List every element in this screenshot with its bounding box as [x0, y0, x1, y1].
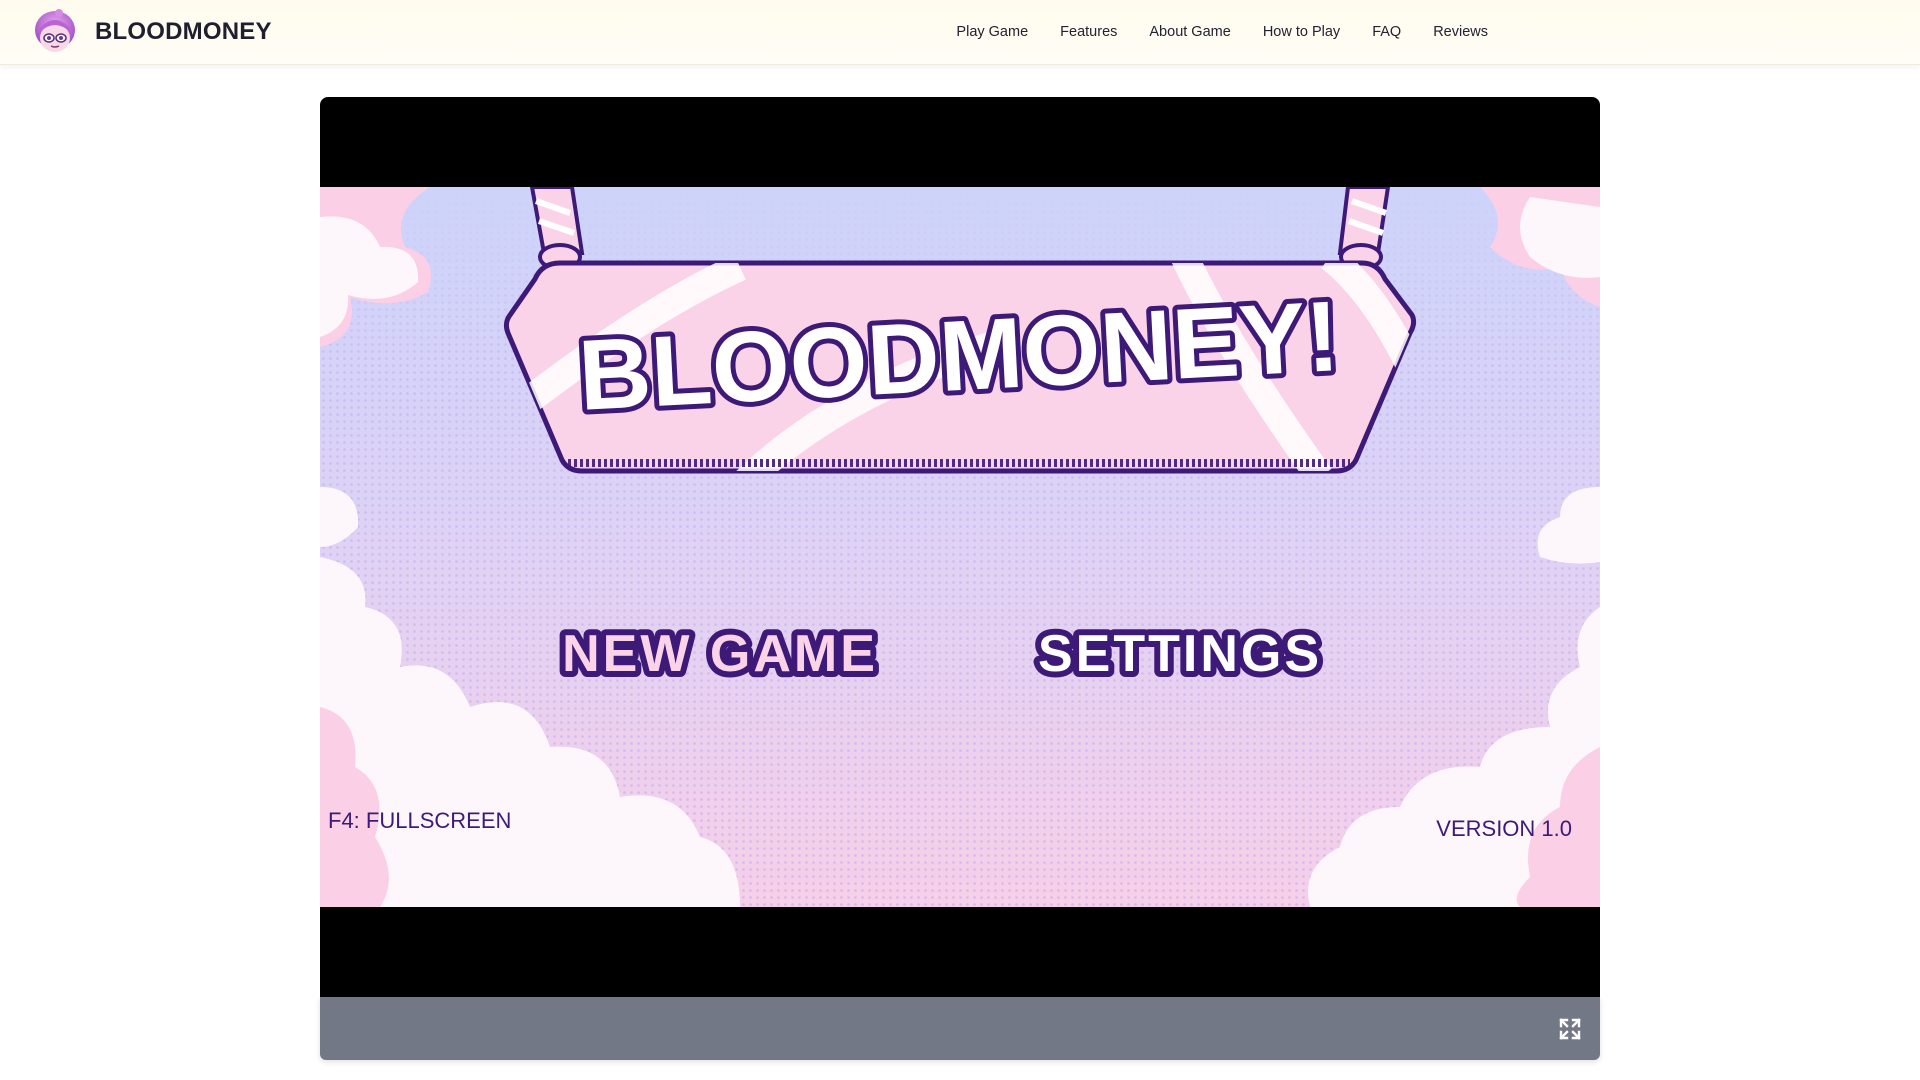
character-avatar-icon — [35, 9, 75, 52]
new-game-button[interactable]: NEW GAME — [556, 619, 881, 689]
game-frame[interactable]: BLOODMONEY! NEW GAME SETTINGS F4: FULLSC… — [320, 97, 1600, 997]
nav-play-game[interactable]: Play Game — [956, 24, 1028, 40]
brand[interactable]: BLOODMONEY — [31, 8, 272, 56]
nav-how-to-play[interactable]: How to Play — [1263, 24, 1340, 40]
game-canvas[interactable]: BLOODMONEY! NEW GAME SETTINGS F4: FULLSC… — [320, 187, 1600, 907]
version-label: VERSION 1.0 — [1436, 816, 1572, 841]
fullscreen-hint: F4: FULLSCREEN — [328, 808, 511, 833]
nav-reviews[interactable]: Reviews — [1433, 24, 1488, 40]
main-nav: Play Game Features About Game How to Pla… — [956, 0, 1488, 64]
nav-features[interactable]: Features — [1060, 24, 1117, 40]
site-header: BLOODMONEY Play Game Features About Game… — [0, 0, 1920, 65]
game-controls-bar — [320, 997, 1600, 1060]
nav-about-game[interactable]: About Game — [1149, 24, 1230, 40]
fullscreen-expand-icon[interactable] — [1558, 1017, 1582, 1041]
settings-button[interactable]: SETTINGS — [1032, 619, 1325, 689]
brand-name: BLOODMONEY — [95, 18, 272, 45]
nav-faq[interactable]: FAQ — [1372, 24, 1401, 40]
